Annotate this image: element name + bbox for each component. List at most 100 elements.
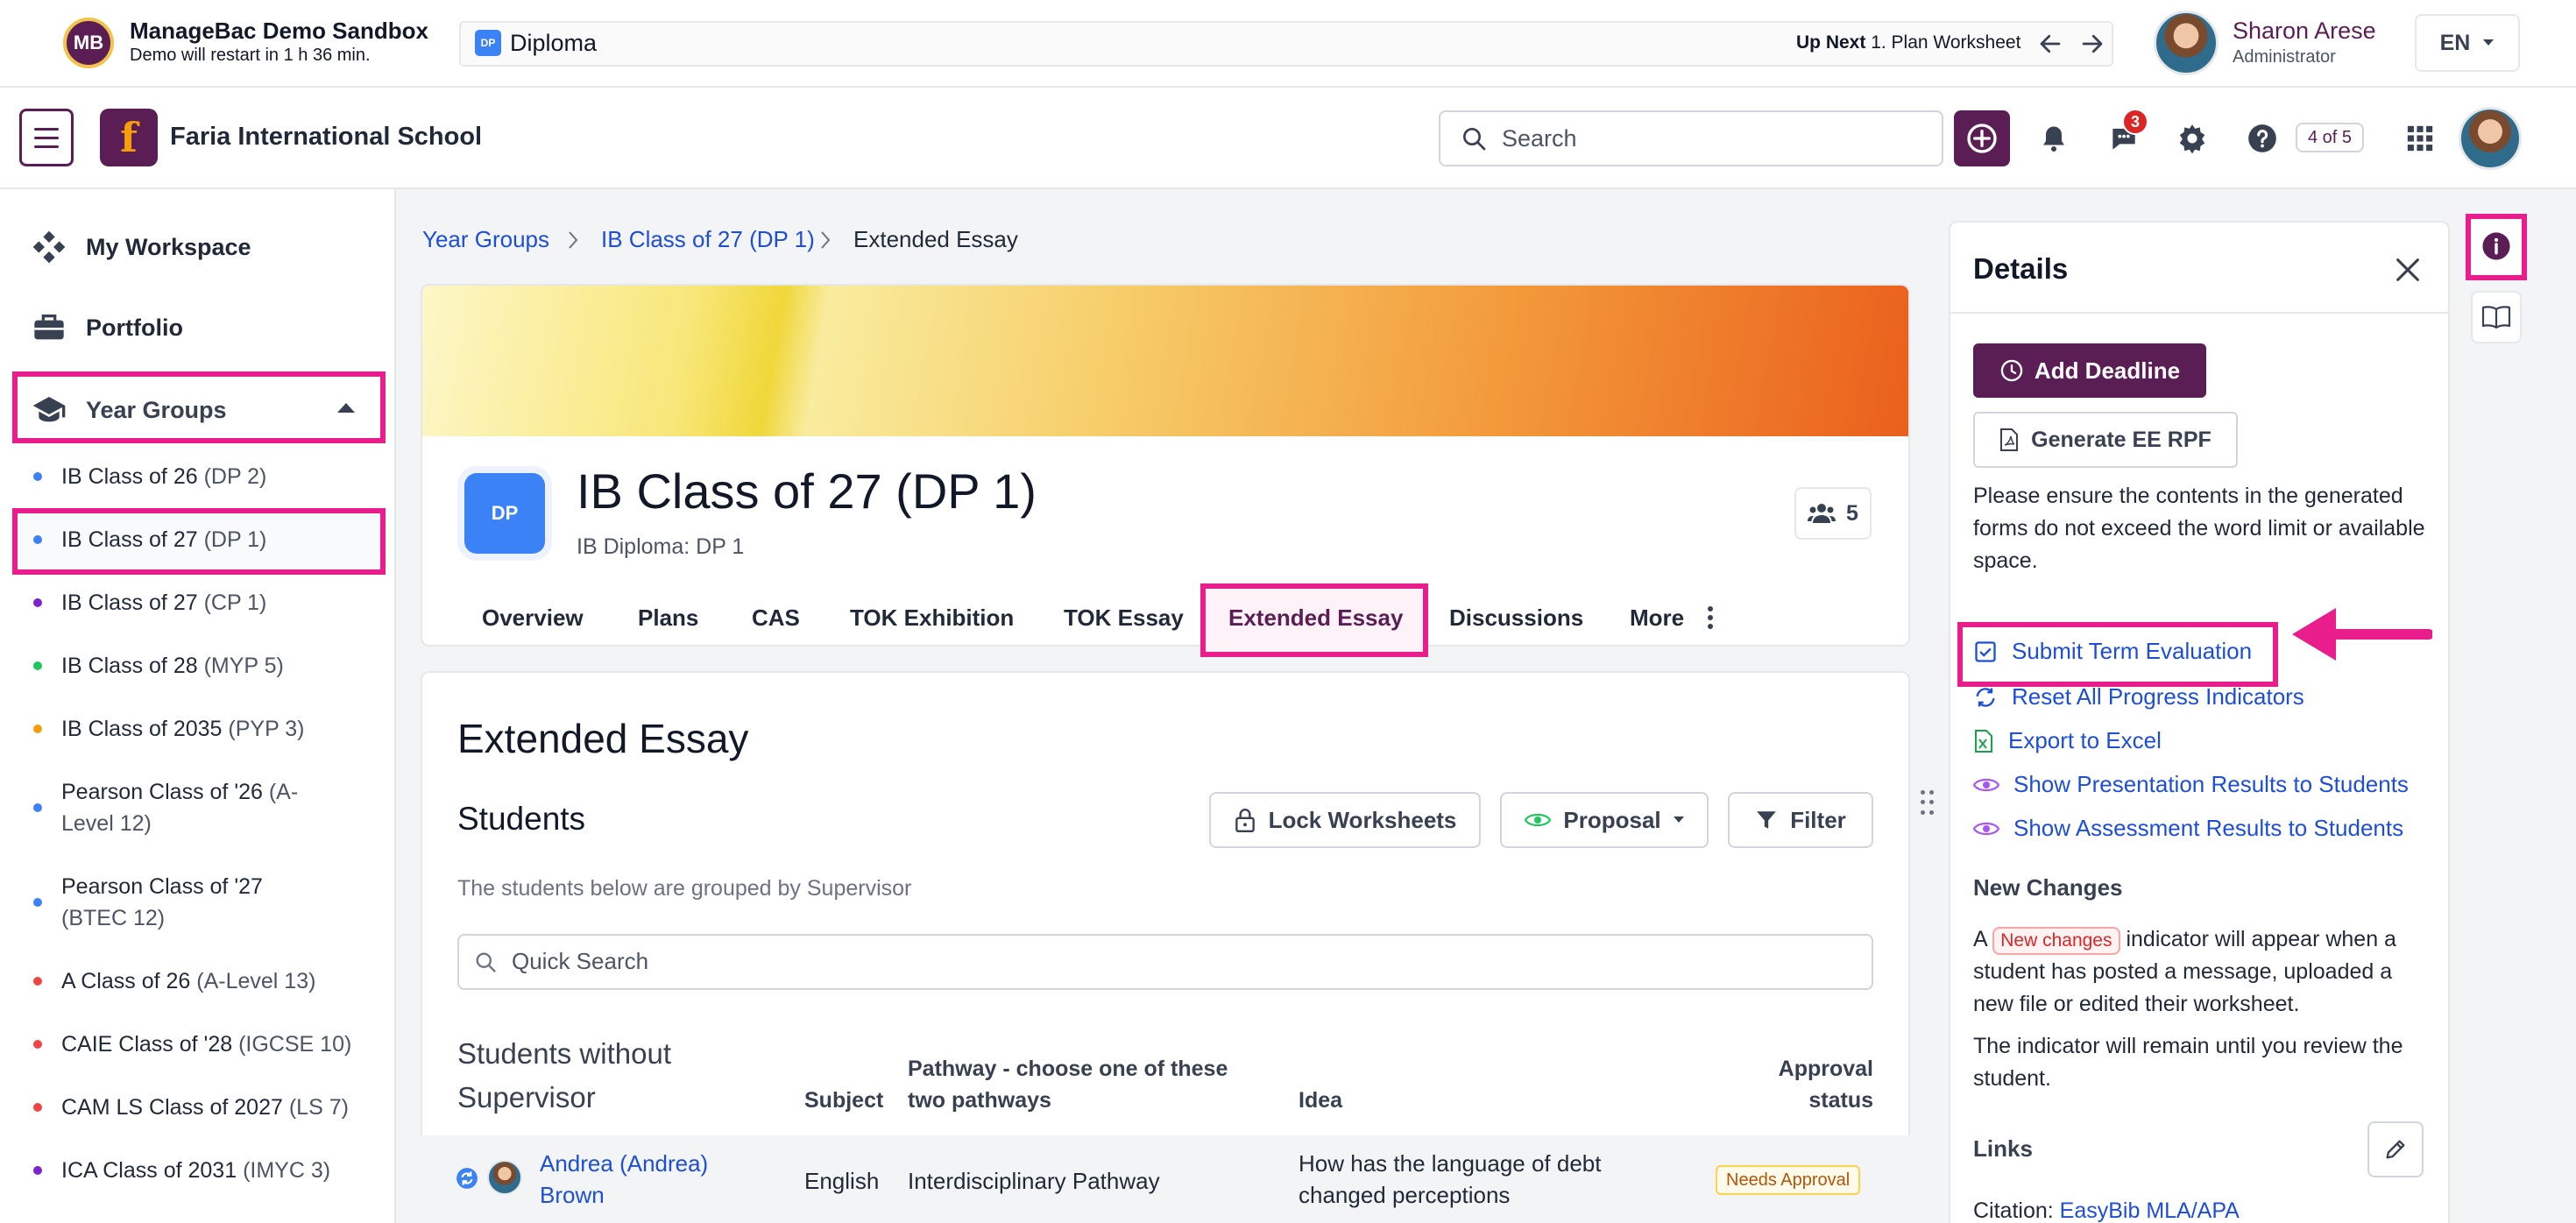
class-title: IB Class of 27 (DP 1) [577, 463, 1037, 519]
menu-button[interactable] [19, 109, 74, 166]
reset-progress-link[interactable]: Reset All Progress Indicators [1973, 683, 2304, 710]
column-header-pathway[interactable]: Pathway - choose one of these two pathway… [908, 1053, 1228, 1116]
column-header-subject[interactable]: Subject [804, 1085, 883, 1116]
eye-icon [1525, 813, 1552, 827]
tab-discussions[interactable]: Discussions [1449, 604, 1583, 632]
quick-search-placeholder: Quick Search [512, 948, 649, 974]
tab-tok-essay[interactable]: TOK Essay [1064, 604, 1184, 632]
sidebar-item-year-groups[interactable]: Year Groups [32, 392, 227, 428]
book-icon [2481, 306, 2511, 329]
info-icon [2482, 232, 2510, 260]
column-header-approval[interactable]: Approval status [1726, 1053, 1873, 1116]
sidebar-class-item[interactable]: CAM LS Class of 2027 (LS 7) [33, 1092, 375, 1123]
profile-avatar[interactable] [2459, 107, 2522, 170]
cell-subject: English [804, 1168, 880, 1194]
tab-overview[interactable]: Overview [482, 604, 584, 632]
apps-button[interactable] [2397, 116, 2443, 161]
sidebar-class-item[interactable]: Pearson Class of '27 (BTEC 12) [33, 871, 375, 934]
tab-extended-essay[interactable]: Extended Essay [1228, 604, 1403, 632]
sidebar-item-portfolio[interactable]: Portfolio [32, 310, 183, 345]
grouped-note: The students below are grouped by Superv… [457, 876, 912, 901]
show-assessment-results-link[interactable]: Show Assessment Results to Students [1973, 815, 2403, 842]
student-name-link[interactable]: Andrea (Andrea) Brown [540, 1148, 708, 1211]
breadcrumb-class[interactable]: IB Class of 27 (DP 1) [601, 226, 815, 253]
lock-icon [1235, 809, 1255, 833]
managebac-logo[interactable]: MB [63, 18, 114, 68]
kebab-menu-icon[interactable] [1705, 604, 1716, 631]
pencil-icon [2386, 1140, 2405, 1159]
settings-button[interactable] [2169, 116, 2215, 161]
school-logo[interactable]: f [100, 109, 158, 166]
help-button[interactable] [2240, 116, 2285, 161]
guide-progress-pill[interactable]: 4 of 5 [2296, 123, 2365, 152]
diploma-program-icon: DP [475, 30, 501, 56]
user-avatar[interactable] [2154, 11, 2219, 75]
generate-ee-rpf-button[interactable]: Generate EE RPF [1973, 412, 2238, 468]
quick-search-input[interactable] [457, 934, 1873, 990]
sidebar-class-item[interactable]: CAIE Class of '28 (IGCSE 10) [33, 1029, 375, 1060]
search-icon [1463, 128, 1486, 151]
edit-links-button[interactable] [2367, 1121, 2424, 1177]
sidebar-class-item[interactable]: Pearson Class of '26 (A-Level 12) [33, 776, 375, 839]
status-dot [33, 898, 42, 907]
add-deadline-button[interactable]: Add Deadline [1973, 343, 2206, 398]
status-dot [33, 535, 42, 544]
class-label: ICA Class of 2031 (IMYC 3) [61, 1158, 331, 1183]
briefcase-icon [34, 315, 64, 340]
language-selector[interactable]: EN [2415, 14, 2520, 72]
tab-more[interactable]: More [1630, 604, 1684, 632]
class-label: IB Class of 27 (DP 1) [61, 527, 267, 552]
previous-step-button[interactable] [2031, 26, 2070, 61]
guide-button[interactable] [2471, 291, 2522, 343]
sync-icon [456, 1168, 478, 1189]
generate-note: Please ensure the contents in the genera… [1973, 484, 2425, 573]
diploma-logo: DP [464, 473, 545, 554]
export-excel-link[interactable]: Export to Excel [1973, 727, 2162, 754]
sidebar-class-item[interactable]: IB Class of 28 (MYP 5) [33, 650, 375, 682]
lock-worksheets-button[interactable]: Lock Worksheets [1209, 792, 1481, 848]
sidebar-class-item[interactable]: IB Class of 27 (DP 1) [33, 524, 375, 555]
student-avatar [487, 1160, 522, 1195]
checklist-icon [1975, 640, 1996, 662]
sidebar-label: Year Groups [86, 396, 227, 423]
status-badge: Needs Approval [1716, 1165, 1861, 1195]
citation-row: Citation: EasyBib MLA/APA [1973, 1198, 2240, 1223]
sidebar-class-item[interactable]: ICA Class of 2031 (IMYC 3) [33, 1155, 375, 1186]
program-label[interactable]: Diploma [510, 30, 597, 57]
refresh-icon [1976, 687, 1995, 707]
notifications-button[interactable] [2031, 116, 2077, 161]
button-label: Filter [1790, 806, 1846, 833]
proposal-dropdown[interactable]: Proposal [1500, 792, 1709, 848]
help-icon [2248, 124, 2276, 152]
status-dot [33, 472, 42, 481]
sidebar-class-item[interactable]: IB Class of 2035 (PYP 3) [33, 713, 375, 745]
user-name[interactable]: Sharon Arese [2233, 18, 2376, 45]
details-info-button[interactable] [2480, 230, 2513, 263]
create-new-button[interactable] [1954, 110, 2010, 166]
tab-cas[interactable]: CAS [752, 604, 800, 632]
breadcrumb-year-groups[interactable]: Year Groups [422, 226, 549, 253]
members-button[interactable]: 5 [1794, 487, 1872, 540]
sidebar-class-item[interactable]: IB Class of 27 (CP 1) [33, 587, 375, 619]
submit-term-evaluation-link[interactable]: Submit Term Evaluation [1973, 638, 2252, 665]
sidebar-class-item[interactable]: IB Class of 26 (DP 2) [33, 461, 375, 492]
class-label: A Class of 26 (A-Level 13) [61, 969, 316, 993]
drag-handle-icon[interactable] [1921, 790, 1938, 817]
tab-plans[interactable]: Plans [638, 604, 698, 632]
remain-note: The indicator will remain until you revi… [1973, 1034, 2403, 1091]
class-label: IB Class of 27 (CP 1) [61, 590, 267, 615]
eye-icon [1973, 822, 1999, 835]
link-label: Show Presentation Results to Students [2013, 771, 2409, 797]
class-label: CAM LS Class of 2027 (LS 7) [61, 1095, 349, 1120]
sidebar-item-my-workspace[interactable]: My Workspace [32, 230, 251, 265]
close-details-button[interactable] [2387, 249, 2429, 291]
caret-up-icon[interactable] [336, 401, 356, 414]
column-header-idea[interactable]: Idea [1299, 1085, 1342, 1116]
next-step-button[interactable] [2073, 26, 2112, 61]
sidebar-class-item[interactable]: A Class of 26 (A-Level 13) [33, 965, 375, 997]
filter-button[interactable]: Filter [1728, 792, 1873, 848]
show-presentation-results-link[interactable]: Show Presentation Results to Students [1973, 771, 2409, 798]
citation-link[interactable]: EasyBib MLA/APA [2060, 1198, 2240, 1223]
school-name[interactable]: Faria International School [170, 123, 482, 152]
tab-tok-exhibition[interactable]: TOK Exhibition [850, 604, 1014, 632]
